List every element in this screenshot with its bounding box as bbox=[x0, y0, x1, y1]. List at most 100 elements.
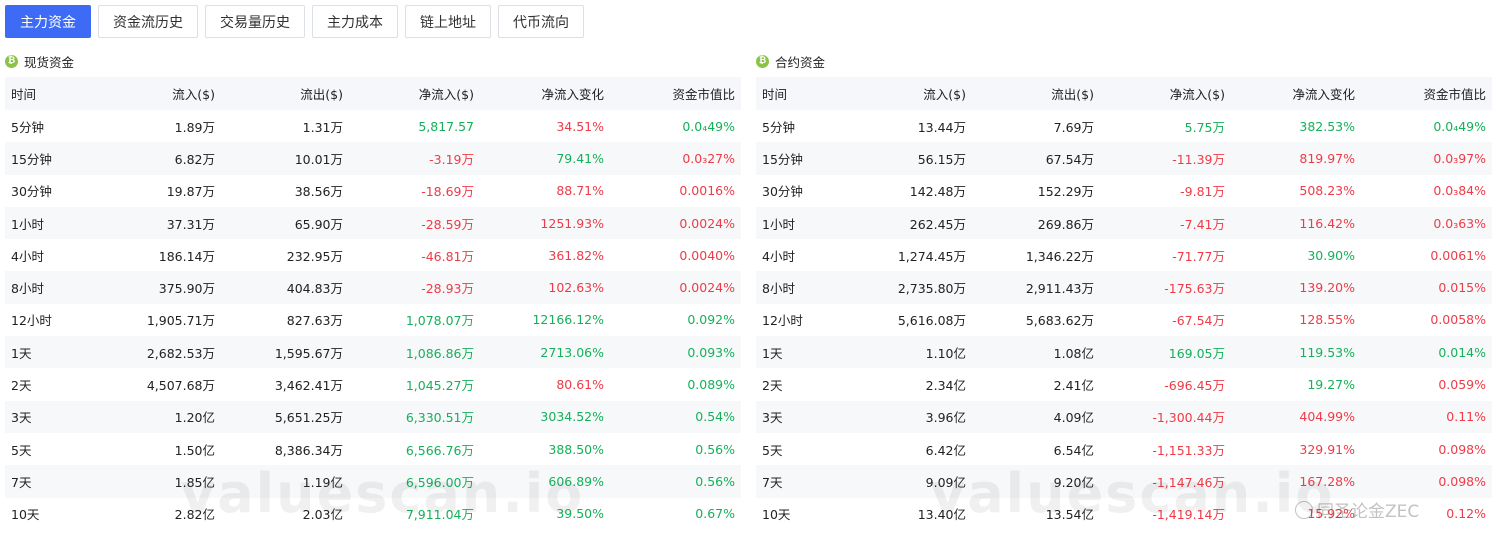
table-row: 2天 4,507.68万 3,462.41万 1,045.27万 80.61% 0.089… bbox=[5, 368, 741, 401]
col-outflow: 流出($) bbox=[1051, 87, 1094, 102]
cell-net-inflow: -67.54万 bbox=[1172, 313, 1225, 329]
cell-time: 15分钟 bbox=[11, 151, 52, 167]
cell-net-change: 606.89% bbox=[548, 473, 604, 489]
cell-time: 2天 bbox=[11, 378, 32, 394]
table-row: 30分钟 19.87万 38.56万 -18.69万 88.71% 0.0016% bbox=[5, 174, 741, 207]
cell-inflow: 37.31万 bbox=[166, 216, 215, 232]
table-row: 2天 2.34亿 2.41亿 -696.45万 19.27% 0.059% bbox=[756, 368, 1492, 401]
cell-inflow: 1.89万 bbox=[174, 119, 215, 135]
cell-net-change: 80.61% bbox=[556, 377, 604, 393]
cell-net-inflow: -46.81万 bbox=[421, 248, 474, 264]
cell-outflow: 1.19亿 bbox=[302, 474, 343, 490]
tab-main-cost[interactable]: 主力成本 bbox=[312, 5, 398, 38]
tab-main-funds[interactable]: 主力资金 bbox=[5, 5, 91, 38]
cell-inflow: 1,274.45万 bbox=[897, 248, 966, 264]
cell-outflow: 5,683.62万 bbox=[1025, 313, 1094, 329]
cell-time: 30分钟 bbox=[11, 184, 52, 200]
cell-net-inflow: -11.39万 bbox=[1172, 151, 1225, 167]
cell-net-change: 361.82% bbox=[548, 247, 604, 263]
cell-mcap-ratio: 0.0₃84% bbox=[1433, 183, 1486, 199]
cell-mcap-ratio: 0.12% bbox=[1446, 506, 1486, 522]
cell-net-inflow: 5.75万 bbox=[1184, 119, 1225, 135]
cell-net-change: 3034.52% bbox=[540, 409, 604, 425]
cell-time: 15分钟 bbox=[762, 151, 803, 167]
cell-net-change: 15.92% bbox=[1307, 506, 1355, 522]
col-mcap-ratio: 资金市值比 bbox=[672, 87, 735, 102]
cell-outflow: 9.20亿 bbox=[1053, 474, 1094, 490]
spot-table-body: 5分钟 1.89万 1.31万 5,817.57 34.51% 0.0₄49% 15分钟 6.… bbox=[5, 110, 741, 530]
cell-mcap-ratio: 0.059% bbox=[1438, 377, 1486, 393]
cell-net-change: 819.97% bbox=[1299, 150, 1355, 166]
cell-mcap-ratio: 0.098% bbox=[1438, 441, 1486, 457]
cell-mcap-ratio: 0.56% bbox=[695, 473, 735, 489]
cell-time: 3天 bbox=[11, 410, 32, 426]
cell-mcap-ratio: 0.0016% bbox=[679, 183, 735, 199]
cell-net-change: 12166.12% bbox=[532, 312, 604, 328]
cell-net-change: 508.23% bbox=[1299, 183, 1355, 199]
cell-net-inflow: -1,419.14万 bbox=[1152, 507, 1225, 523]
cell-time: 1小时 bbox=[11, 216, 44, 232]
cell-inflow: 262.45万 bbox=[909, 216, 966, 232]
cell-net-inflow: -175.63万 bbox=[1164, 281, 1225, 297]
spot-funds-panel: ₿ 现货资金 时间 流入($) 流出($) 净流入($) 净流入变化 资金市值比… bbox=[5, 50, 741, 530]
cell-net-inflow: -71.77万 bbox=[1172, 248, 1225, 264]
table-row: 3天 1.20亿 5,651.25万 6,330.51万 3034.52% 0.54% bbox=[5, 400, 741, 433]
col-time: 时间 bbox=[11, 87, 37, 102]
cell-outflow: 269.86万 bbox=[1037, 216, 1094, 232]
cell-mcap-ratio: 0.0₃63% bbox=[1433, 215, 1486, 231]
table-row: 1小时 37.31万 65.90万 -28.59万 1251.93% 0.0024% bbox=[5, 206, 741, 240]
cell-inflow: 142.48万 bbox=[909, 184, 966, 200]
cell-mcap-ratio: 0.015% bbox=[1438, 280, 1486, 296]
cell-net-inflow: -9.81万 bbox=[1180, 184, 1225, 200]
tab-token-flow[interactable]: 代币流向 bbox=[498, 5, 584, 38]
cell-mcap-ratio: 0.0₃27% bbox=[682, 150, 735, 166]
table-row: 15分钟 6.82万 10.01万 -3.19万 79.41% 0.0₃27% bbox=[5, 142, 741, 175]
cell-inflow: 2,735.80万 bbox=[897, 281, 966, 297]
tab-onchain-address[interactable]: 链上地址 bbox=[405, 5, 491, 38]
cell-mcap-ratio: 0.0024% bbox=[679, 280, 735, 296]
cell-mcap-ratio: 0.089% bbox=[687, 377, 735, 393]
cell-mcap-ratio: 0.0₃97% bbox=[1433, 150, 1486, 166]
cell-net-inflow: 5,817.57 bbox=[418, 118, 474, 134]
cell-time: 3天 bbox=[762, 410, 783, 426]
table-row: 15分钟 56.15万 67.54万 -11.39万 819.97% 0.0₃97% bbox=[756, 142, 1492, 175]
cell-time: 12小时 bbox=[762, 313, 803, 329]
bitcoin-icon: ₿ bbox=[5, 54, 18, 68]
cell-mcap-ratio: 0.54% bbox=[695, 409, 735, 425]
cell-net-inflow: 6,566.76万 bbox=[405, 442, 474, 458]
cell-inflow: 13.44万 bbox=[917, 119, 966, 135]
cell-outflow: 65.90万 bbox=[294, 216, 343, 232]
cell-time: 10天 bbox=[11, 507, 40, 523]
table-row: 8小时 375.90万 404.83万 -28.93万 102.63% 0.0024% bbox=[5, 271, 741, 304]
cell-time: 5分钟 bbox=[11, 119, 44, 135]
tab-volume-history[interactable]: 交易量历史 bbox=[205, 5, 305, 38]
cell-outflow: 1,595.67万 bbox=[274, 345, 343, 361]
cell-outflow: 10.01万 bbox=[294, 151, 343, 167]
cell-mcap-ratio: 0.0061% bbox=[1430, 247, 1486, 263]
cell-inflow: 1.20亿 bbox=[174, 410, 215, 426]
cell-outflow: 827.63万 bbox=[286, 313, 343, 329]
cell-net-change: 34.51% bbox=[556, 118, 604, 134]
futures-funds-header: ₿ 合约资金 bbox=[756, 50, 1492, 72]
cell-net-inflow: 1,045.27万 bbox=[405, 378, 474, 394]
table-row: 5分钟 1.89万 1.31万 5,817.57 34.51% 0.0₄49% bbox=[5, 110, 741, 143]
cell-mcap-ratio: 0.0024% bbox=[679, 215, 735, 231]
cell-time: 1天 bbox=[11, 345, 32, 361]
cell-mcap-ratio: 0.0₄49% bbox=[682, 118, 735, 134]
cell-inflow: 1.10亿 bbox=[925, 345, 966, 361]
cell-net-change: 1251.93% bbox=[540, 215, 604, 231]
tab-fund-flow-history[interactable]: 资金流历史 bbox=[98, 5, 198, 38]
cell-net-inflow: -1,300.44万 bbox=[1152, 410, 1225, 426]
cell-time: 5天 bbox=[762, 442, 783, 458]
cell-outflow: 2.03亿 bbox=[302, 507, 343, 523]
cell-outflow: 4.09亿 bbox=[1053, 410, 1094, 426]
cell-mcap-ratio: 0.11% bbox=[1446, 409, 1486, 425]
cell-outflow: 67.54万 bbox=[1045, 151, 1094, 167]
cell-outflow: 1,346.22万 bbox=[1025, 248, 1094, 264]
cell-mcap-ratio: 0.098% bbox=[1438, 473, 1486, 489]
cell-net-inflow: 6,330.51万 bbox=[405, 410, 474, 426]
cell-outflow: 7.69万 bbox=[1053, 119, 1094, 135]
cell-inflow: 9.09亿 bbox=[925, 474, 966, 490]
cell-net-change: 79.41% bbox=[556, 150, 604, 166]
spot-funds-title: 现货资金 bbox=[24, 54, 75, 70]
